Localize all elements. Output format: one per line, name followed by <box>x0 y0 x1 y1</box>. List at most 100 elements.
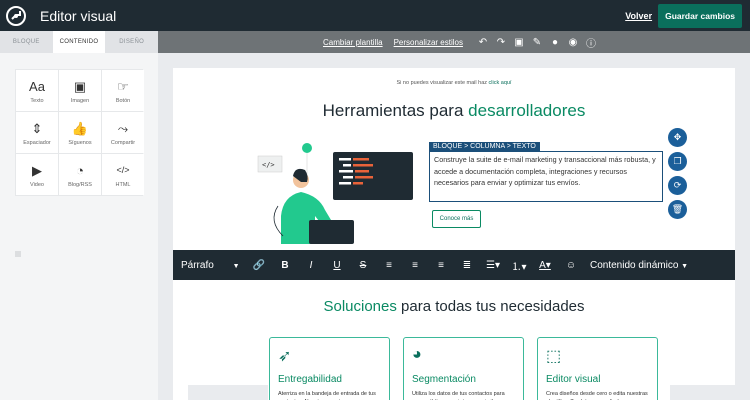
headline-accent: desarrolladores <box>468 101 586 120</box>
block-rss[interactable]: ◔ Blog/RSS <box>59 154 101 195</box>
info-icon[interactable]: ⓘ <box>582 35 600 50</box>
justify-icon[interactable]: ≣ <box>454 260 480 271</box>
emoji-icon[interactable]: ☺ <box>558 260 584 271</box>
bold-icon[interactable]: B <box>272 260 298 271</box>
rich-text-toolbar: Párrafo ▼ 🔗 B I U S ≡ ≡ ≡ ≣ ☰▾ ⒈▾ A▾ ☺ C… <box>173 250 735 280</box>
cursor-icon: ⬚ <box>546 348 562 365</box>
panel-resize-handle[interactable] <box>15 251 21 257</box>
move-icon[interactable]: ✥ <box>668 128 687 147</box>
block-label: Blog/RSS <box>68 181 92 188</box>
chevron-down-icon: ▼ <box>681 262 689 270</box>
attach-icon[interactable]: ✎ <box>528 37 546 48</box>
back-button[interactable]: Volver <box>625 11 652 21</box>
panel-tabs: BLOQUE CONTENIDO DISEÑO <box>0 31 158 53</box>
section-bg-left <box>188 385 268 400</box>
block-image[interactable]: ▣ Imagen <box>59 70 101 111</box>
duplicate-icon[interactable]: ❐ <box>668 152 687 171</box>
block-label: Compartir <box>110 139 136 146</box>
undo-icon[interactable]: ↶ <box>474 37 492 48</box>
card-entregabilidad[interactable]: ➶ Entregabilidad Aterriza en la bandeja … <box>269 337 390 400</box>
dynamic-content-select[interactable]: Contenido dinámico ▼ <box>590 260 688 271</box>
developer-illustration[interactable]: </> <box>253 136 423 246</box>
button-icon: ☞ <box>117 78 129 94</box>
app-logo[interactable] <box>0 0 31 31</box>
section-title-rest: para todas tus necesidades <box>396 298 585 315</box>
text-block-content[interactable]: Construye la suite de e-mail marketing y… <box>430 152 662 191</box>
svg-text:</>: </> <box>262 161 275 169</box>
block-button[interactable]: ☞ Botón <box>102 70 144 111</box>
html-icon: </> <box>116 164 130 175</box>
card-description: Crea diseños desde cero o edita nuestras… <box>546 391 648 400</box>
link-icon[interactable]: 🔗 <box>246 260 272 271</box>
blocks-grid: Aa Texto ▣ Imagen ☞ Botón ⇕ Espaciador 👍… <box>15 69 144 196</box>
block-label: Video <box>30 181 44 188</box>
block-spacer[interactable]: ⇕ Espaciador <box>16 112 58 153</box>
block-label: Espaciador <box>23 139 51 146</box>
logo-icon <box>5 5 26 26</box>
preheader-text: Si no puedes visualizar este mail haz <box>396 80 488 86</box>
change-template-link[interactable]: Cambiar plantilla <box>323 38 383 47</box>
selected-text-block[interactable]: BLOQUE > COLUMNA > TEXTO Construye la su… <box>429 142 663 202</box>
customize-styles-link[interactable]: Personalizar estilos <box>394 38 463 47</box>
content-blocks-panel: Aa Texto ▣ Imagen ☞ Botón ⇕ Espaciador 👍… <box>0 53 158 400</box>
strikethrough-icon[interactable]: S <box>350 260 376 271</box>
numbered-list-icon[interactable]: ⒈▾ <box>506 258 532 273</box>
email-body: Si no puedes visualizar este mail haz cl… <box>173 68 750 400</box>
tab-bloque[interactable]: BLOQUE <box>0 31 53 53</box>
tab-diseno[interactable]: DISEÑO <box>105 31 158 53</box>
card-segmentacion[interactable]: ◕ Segmentación Utiliza los datos de tus … <box>403 337 524 400</box>
drop-icon[interactable]: ● <box>546 37 564 48</box>
block-text[interactable]: Aa Texto <box>16 70 58 111</box>
thumbs-up-icon: 👍 <box>71 120 89 136</box>
pie-chart-icon: ◕ <box>412 346 422 363</box>
block-label: Texto <box>30 97 44 104</box>
preheader-link[interactable]: click aquí <box>489 80 512 86</box>
redo-icon[interactable]: ↷ <box>492 37 510 48</box>
italic-icon[interactable]: I <box>298 260 324 271</box>
tab-contenido[interactable]: CONTENIDO <box>52 31 106 53</box>
save-icon[interactable]: ▣ <box>510 37 528 48</box>
chevron-down-icon: ▼ <box>232 262 240 270</box>
block-label: Botón <box>115 97 131 104</box>
text-icon: Aa <box>29 78 45 94</box>
align-left-icon[interactable]: ≡ <box>376 260 402 271</box>
app-title: Editor visual <box>40 7 117 24</box>
dynamic-content-label: Contenido dinámico <box>590 259 679 271</box>
preview-icon[interactable]: ◉ <box>564 37 582 48</box>
top-bar: Editor visual Volver Guardar cambios <box>0 0 750 31</box>
image-icon: ▣ <box>73 78 87 94</box>
block-video[interactable]: ▶ Video <box>16 154 58 195</box>
preheader: Si no puedes visualizar este mail haz cl… <box>173 80 735 86</box>
card-title: Segmentación <box>412 374 476 385</box>
align-center-icon[interactable]: ≡ <box>402 260 428 271</box>
block-html[interactable]: </> HTML <box>102 154 144 195</box>
align-right-icon[interactable]: ≡ <box>428 260 454 271</box>
conoce-mas-button[interactable]: Conoce más <box>432 210 481 228</box>
headline-text: Herramientas para <box>322 101 469 120</box>
section-title-accent: Soluciones <box>323 298 397 315</box>
card-title: Entregabilidad <box>278 374 342 385</box>
email-headline[interactable]: Herramientas para desarrolladores <box>173 101 735 121</box>
spacer-icon: ⇕ <box>31 120 43 136</box>
card-editor-visual[interactable]: ⬚ Editor visual Crea diseños desde cero … <box>537 337 658 400</box>
block-follow[interactable]: 👍 Síguenos <box>59 112 101 153</box>
swap-icon[interactable]: ⟳ <box>668 176 687 195</box>
share-icon: ⤳ <box>117 120 129 136</box>
editor-toolbar: Cambiar plantilla Personalizar estilos ↶… <box>158 31 750 53</box>
card-description: Aterriza en la bandeja de entrada de tus… <box>278 391 376 400</box>
card-title: Editor visual <box>546 374 601 385</box>
save-changes-button[interactable]: Guardar cambios <box>658 3 742 28</box>
paper-plane-icon: ➶ <box>278 348 292 365</box>
bullet-list-icon[interactable]: ☰▾ <box>480 260 506 271</box>
paragraph-format-select[interactable]: Párrafo ▼ <box>181 260 246 271</box>
trash-icon[interactable]: 🗑 <box>668 200 687 219</box>
block-side-tools: ✥ ❐ ⟳ 🗑 <box>668 128 688 219</box>
section-bg-right <box>670 385 750 400</box>
block-share[interactable]: ⤳ Compartir <box>102 112 144 153</box>
text-color-icon[interactable]: A▾ <box>532 260 558 271</box>
block-breadcrumb: BLOQUE > COLUMNA > TEXTO <box>429 142 540 152</box>
video-icon: ▶ <box>32 162 42 178</box>
section-title[interactable]: Soluciones para todas tus necesidades <box>173 298 735 315</box>
paragraph-label: Párrafo <box>181 259 214 271</box>
underline-icon[interactable]: U <box>324 260 350 271</box>
